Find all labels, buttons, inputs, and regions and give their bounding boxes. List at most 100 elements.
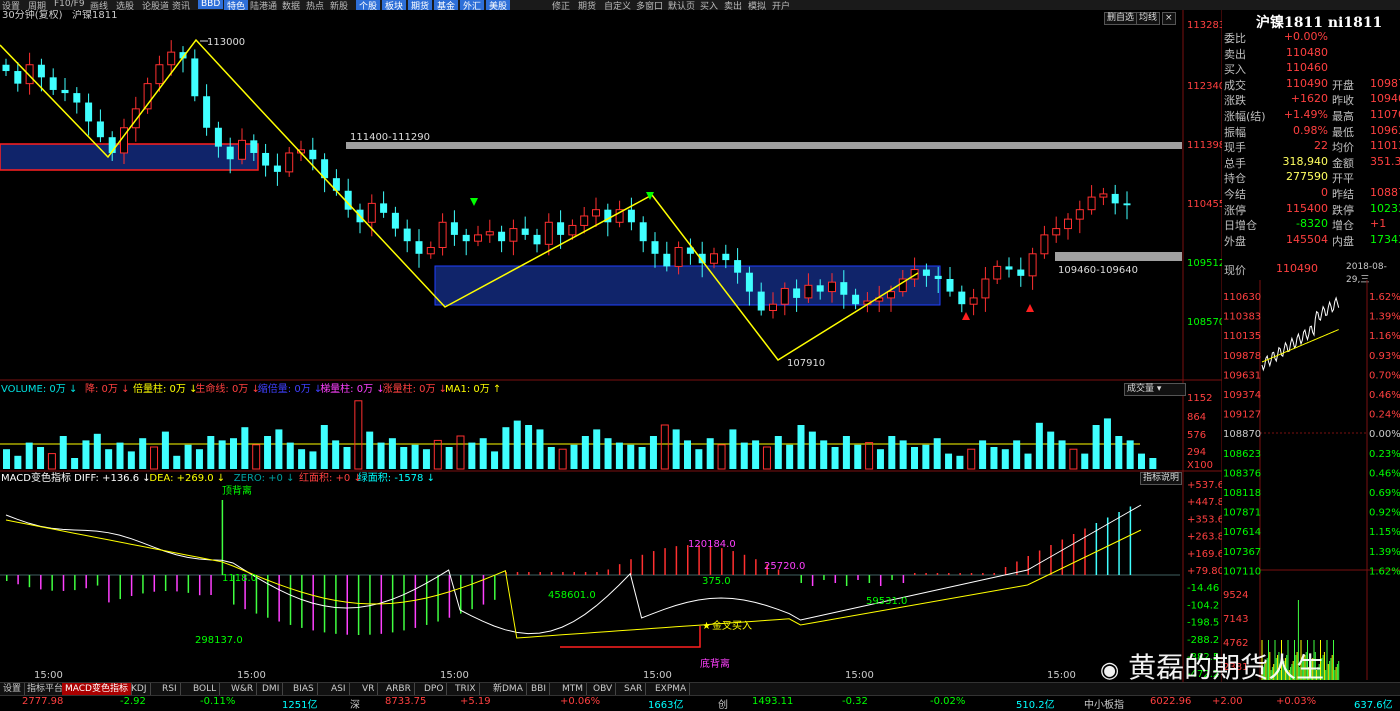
indicator-tab[interactable]: RSI <box>159 683 181 695</box>
toolbar-item[interactable]: 买入 <box>700 0 718 10</box>
macd-bar <box>164 575 167 592</box>
toolbar-item[interactable]: 期货 <box>578 0 596 10</box>
status-value: 2777.98 <box>22 696 64 707</box>
macd-bar <box>914 573 916 575</box>
toolbar-item[interactable]: 自定义 <box>604 0 631 10</box>
toolbar-item[interactable]: 外汇 <box>460 0 485 10</box>
indicator-tab[interactable]: W&R <box>228 683 258 695</box>
toolbar-item[interactable]: 默认页 <box>668 0 695 10</box>
indicator-tab[interactable]: VR <box>359 683 379 695</box>
volume-bar <box>786 444 794 469</box>
indicator-tab[interactable]: DMI <box>259 683 284 695</box>
indicator-tab[interactable]: MTM <box>559 683 588 695</box>
macd-bar <box>96 575 99 586</box>
quote-key: 外盘 <box>1224 234 1246 248</box>
indicator-tab[interactable]: BOLL <box>190 683 221 695</box>
toolbar-item[interactable]: 模拟 <box>748 0 766 10</box>
mini-right-tick: 0.93% <box>1369 351 1400 362</box>
indicator-tab[interactable]: KDJ <box>128 683 151 695</box>
golden-cross-label: 金叉买入 <box>712 619 752 632</box>
volume-bar <box>525 425 533 469</box>
indicator-tab[interactable]: EXPMA <box>652 683 691 695</box>
self-select-button[interactable]: 删自选 <box>1104 12 1138 25</box>
volume-legend-item: MA1: 0万 ↑ <box>445 384 501 395</box>
toolbar-item[interactable]: F10/F9 <box>54 0 85 9</box>
indicator-tab[interactable]: MACD变色指标 <box>62 683 132 695</box>
status-value: 510.2亿 <box>1016 700 1055 711</box>
indicator-tab[interactable]: 新DMA <box>490 683 527 695</box>
toolbar-item[interactable]: 新股 <box>330 0 348 10</box>
status-value: 创 <box>718 700 728 711</box>
volume-bar <box>105 449 113 469</box>
toolbar-item[interactable]: 开户 <box>772 0 790 10</box>
status-value: 中小板指 <box>1084 700 1124 711</box>
macd-bar <box>584 572 587 575</box>
candle-down <box>745 272 753 292</box>
intraday-mini-chart[interactable]: 110630 110383 110135 109878 109631 109374 1091… <box>1222 280 1400 682</box>
macd-axis-tick: +79.80 <box>1187 566 1222 577</box>
toolbar-item[interactable]: 板块 <box>382 0 407 10</box>
indicator-tab[interactable]: 指标平台 <box>24 683 68 695</box>
indicator-tab[interactable]: 设置 <box>0 683 26 695</box>
macd-bar <box>301 575 303 628</box>
toolbar-item[interactable]: BBD <box>198 0 224 9</box>
macd-bar <box>948 573 950 575</box>
toolbar-item[interactable]: 画线 <box>90 0 108 10</box>
macd-bar <box>1118 512 1120 575</box>
indicator-tab[interactable]: BIAS <box>290 683 318 695</box>
macd-bar <box>618 564 621 575</box>
toolbar-item[interactable]: 特色 <box>224 0 249 10</box>
indicator-tab[interactable]: OBV <box>590 683 617 695</box>
toolbar-item[interactable]: 卖出 <box>724 0 742 10</box>
volume-bar <box>14 455 22 469</box>
upper-range-label: 111400-111290 <box>350 132 430 143</box>
volume-bar <box>422 449 430 469</box>
volume-bar <box>161 431 169 469</box>
indicator-tab[interactable]: DPO <box>421 683 448 695</box>
volume-bar <box>207 436 215 469</box>
macd-axis-tick: +447.8 <box>1187 497 1222 508</box>
toolbar-item[interactable]: 设置 <box>2 0 20 10</box>
svg-text:112340: 112340 <box>1187 81 1222 92</box>
close-button[interactable]: × <box>1162 12 1176 25</box>
macd-bar <box>437 575 439 622</box>
quote-value: 17343 <box>1370 232 1400 246</box>
indicator-tab[interactable]: SAR <box>621 683 647 695</box>
toolbar-item[interactable]: 修正 <box>552 0 570 10</box>
indicator-tab[interactable]: ARBR <box>383 683 415 695</box>
toolbar-item[interactable]: 个股 <box>356 0 381 10</box>
ma-button[interactable]: 均线 <box>1136 12 1161 25</box>
volume-dropdown[interactable]: 成交量 ▾ <box>1124 383 1186 396</box>
indicator-tab[interactable]: BBI <box>528 683 551 695</box>
toolbar-item[interactable]: 选股 <box>116 0 134 10</box>
candle-down <box>37 64 45 78</box>
indicator-help-button[interactable]: 指标说明 <box>1140 472 1183 485</box>
candle-up <box>155 64 164 85</box>
toolbar-item[interactable]: 论股道 <box>142 0 169 10</box>
volume-bar <box>820 440 828 469</box>
volume-bar <box>536 429 544 469</box>
indicator-tab[interactable]: TRIX <box>452 683 480 695</box>
toolbar-item[interactable]: 热点 <box>306 0 324 10</box>
quote-key: 涨跌 <box>1224 94 1246 108</box>
quote-key: 最高 <box>1332 110 1354 123</box>
quote-key: 开盘 <box>1332 78 1354 92</box>
toolbar-item[interactable]: 美股 <box>486 0 511 10</box>
toolbar-item[interactable]: 数据 <box>282 0 300 10</box>
toolbar-item[interactable]: 基金 <box>434 0 459 10</box>
chart-area[interactable]: ★ 30分钟(复权) 沪镍1811 113000 107910 111400-1… <box>0 10 1222 682</box>
macd-panel: ★ <box>0 500 1180 648</box>
mini-right-tick: 0.46% <box>1369 468 1400 479</box>
macd-bar <box>323 575 326 633</box>
indicator-tab[interactable]: ASI <box>328 683 350 695</box>
candle-down <box>533 234 541 245</box>
volume-bar <box>593 429 601 469</box>
current-price-key: 现价 <box>1224 264 1246 277</box>
toolbar-item[interactable]: 陆港通 <box>250 0 277 10</box>
toolbar-item[interactable]: 资讯 <box>172 0 190 10</box>
toolbar-item[interactable]: 多窗口 <box>636 0 663 10</box>
toolbar-item[interactable]: 周期 <box>28 0 46 10</box>
toolbar-item[interactable]: 期货 <box>408 0 433 10</box>
macd-bar <box>732 551 734 575</box>
quote-row: 委比 +0.00% <box>1224 30 1400 45</box>
